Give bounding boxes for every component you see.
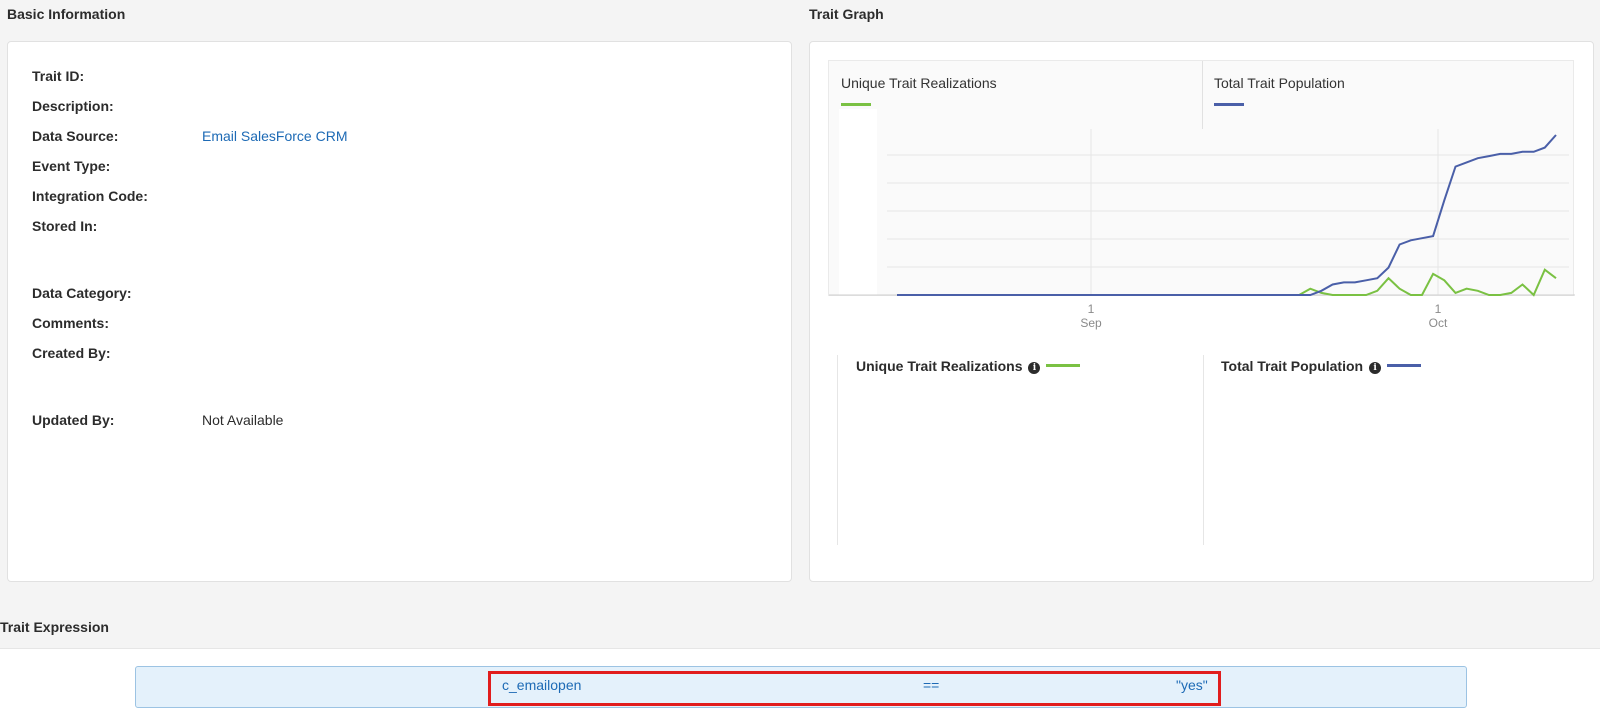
field-data-source: Data Source: Email SalesForce CRM	[32, 128, 347, 144]
data-source-link[interactable]: Email SalesForce CRM	[202, 128, 347, 144]
trait-graph-title: Trait Graph	[809, 6, 884, 22]
info-icon[interactable]: i	[1028, 362, 1041, 374]
field-label: Event Type:	[32, 158, 111, 174]
info-icon[interactable]: i	[1369, 362, 1382, 374]
field-label: Updated By:	[32, 412, 115, 428]
legend-divider-mid	[1203, 355, 1204, 545]
expression-operator[interactable]: ==	[923, 677, 939, 693]
trait-graph-panel: Unique Trait Realizations Total Trait Po…	[809, 41, 1594, 582]
legend-divider-left	[837, 355, 838, 545]
series-line-total-trait-population	[897, 134, 1557, 296]
basic-information-title: Basic Information	[7, 6, 126, 22]
field-updated-by: Updated By: Not Available	[32, 412, 283, 428]
field-label: Integration Code:	[32, 188, 148, 204]
field-integration-code: Integration Code:	[32, 188, 148, 204]
legend-unique-trait-realizations: Unique Trait Realizations i	[856, 358, 1081, 374]
trait-expression-rule[interactable]: c_emailopen == "yes"	[135, 666, 1467, 708]
field-trait-id: Trait ID:	[32, 68, 84, 84]
expression-key[interactable]: c_emailopen	[502, 677, 581, 693]
basic-information-panel: Trait ID: Description: Data Source: Emai…	[7, 41, 792, 582]
field-value: Not Available	[202, 412, 284, 428]
field-label: Stored In:	[32, 218, 98, 234]
legend-line	[1046, 364, 1081, 367]
series-line-unique-trait-realizations	[897, 268, 1557, 297]
x-tick-label: 1 Sep	[1080, 302, 1102, 330]
legend-total-trait-population: Total Trait Population i	[1221, 358, 1422, 374]
x-tick-label: 1 Oct	[1428, 302, 1448, 330]
field-created-by: Created By:	[32, 345, 111, 361]
legend-line	[1387, 364, 1422, 367]
field-label: Data Source:	[32, 128, 119, 144]
field-description: Description:	[32, 98, 114, 114]
field-label: Trait ID:	[32, 68, 85, 84]
field-data-category: Data Category:	[32, 285, 132, 301]
trait-graph-chart: Unique Trait Realizations Total Trait Po…	[828, 60, 1575, 297]
field-label: Comments:	[32, 315, 110, 331]
trait-expression-area: c_emailopen == "yes"	[0, 648, 1600, 715]
line-chart	[829, 129, 1575, 297]
trait-expression-title: Trait Expression	[0, 619, 109, 635]
expression-value[interactable]: "yes"	[1176, 677, 1208, 693]
expression-highlight-box	[488, 671, 1221, 706]
field-event-type: Event Type:	[32, 158, 110, 174]
field-stored-in: Stored In:	[32, 218, 97, 234]
field-label: Created By:	[32, 345, 111, 361]
field-label: Data Category:	[32, 285, 132, 301]
field-label: Description:	[32, 98, 114, 114]
field-comments: Comments:	[32, 315, 109, 331]
